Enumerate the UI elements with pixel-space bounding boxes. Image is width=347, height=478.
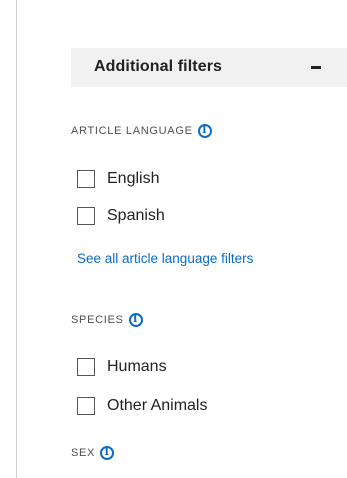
humans-checkbox[interactable] <box>77 358 95 376</box>
section-title-article-language-label: ARTICLE LANGUAGE <box>71 125 193 137</box>
english-label: English <box>107 170 160 187</box>
checkbox-row-other-animals[interactable]: Other Animals <box>77 397 207 415</box>
see-all-article-language-link[interactable]: See all article language filters <box>77 251 253 266</box>
other-animals-label: Other Animals <box>107 397 208 414</box>
panel-left-border <box>16 0 17 478</box>
additional-filters-title: Additional filters <box>94 58 223 75</box>
spanish-label: Spanish <box>107 207 165 224</box>
spanish-checkbox[interactable] <box>77 207 95 225</box>
checkbox-row-spanish[interactable]: Spanish <box>77 207 165 225</box>
section-title-article-language: ARTICLE LANGUAGE i <box>71 124 212 138</box>
additional-filters-header[interactable]: Additional filters <box>71 48 347 87</box>
english-checkbox[interactable] <box>77 170 95 188</box>
section-title-species-label: SPECIES <box>71 314 124 326</box>
humans-label: Humans <box>107 358 167 375</box>
other-animals-checkbox[interactable] <box>77 397 95 415</box>
checkbox-row-humans[interactable]: Humans <box>77 358 167 376</box>
info-icon[interactable]: i <box>197 124 212 138</box>
section-title-species: SPECIES i <box>71 313 143 327</box>
section-title-sex: SEX i <box>71 446 115 460</box>
info-icon[interactable]: i <box>100 446 115 460</box>
section-title-sex-label: SEX <box>71 447 96 459</box>
checkbox-row-english[interactable]: English <box>77 170 159 188</box>
info-icon[interactable]: i <box>128 313 143 327</box>
minus-icon[interactable] <box>311 66 321 69</box>
